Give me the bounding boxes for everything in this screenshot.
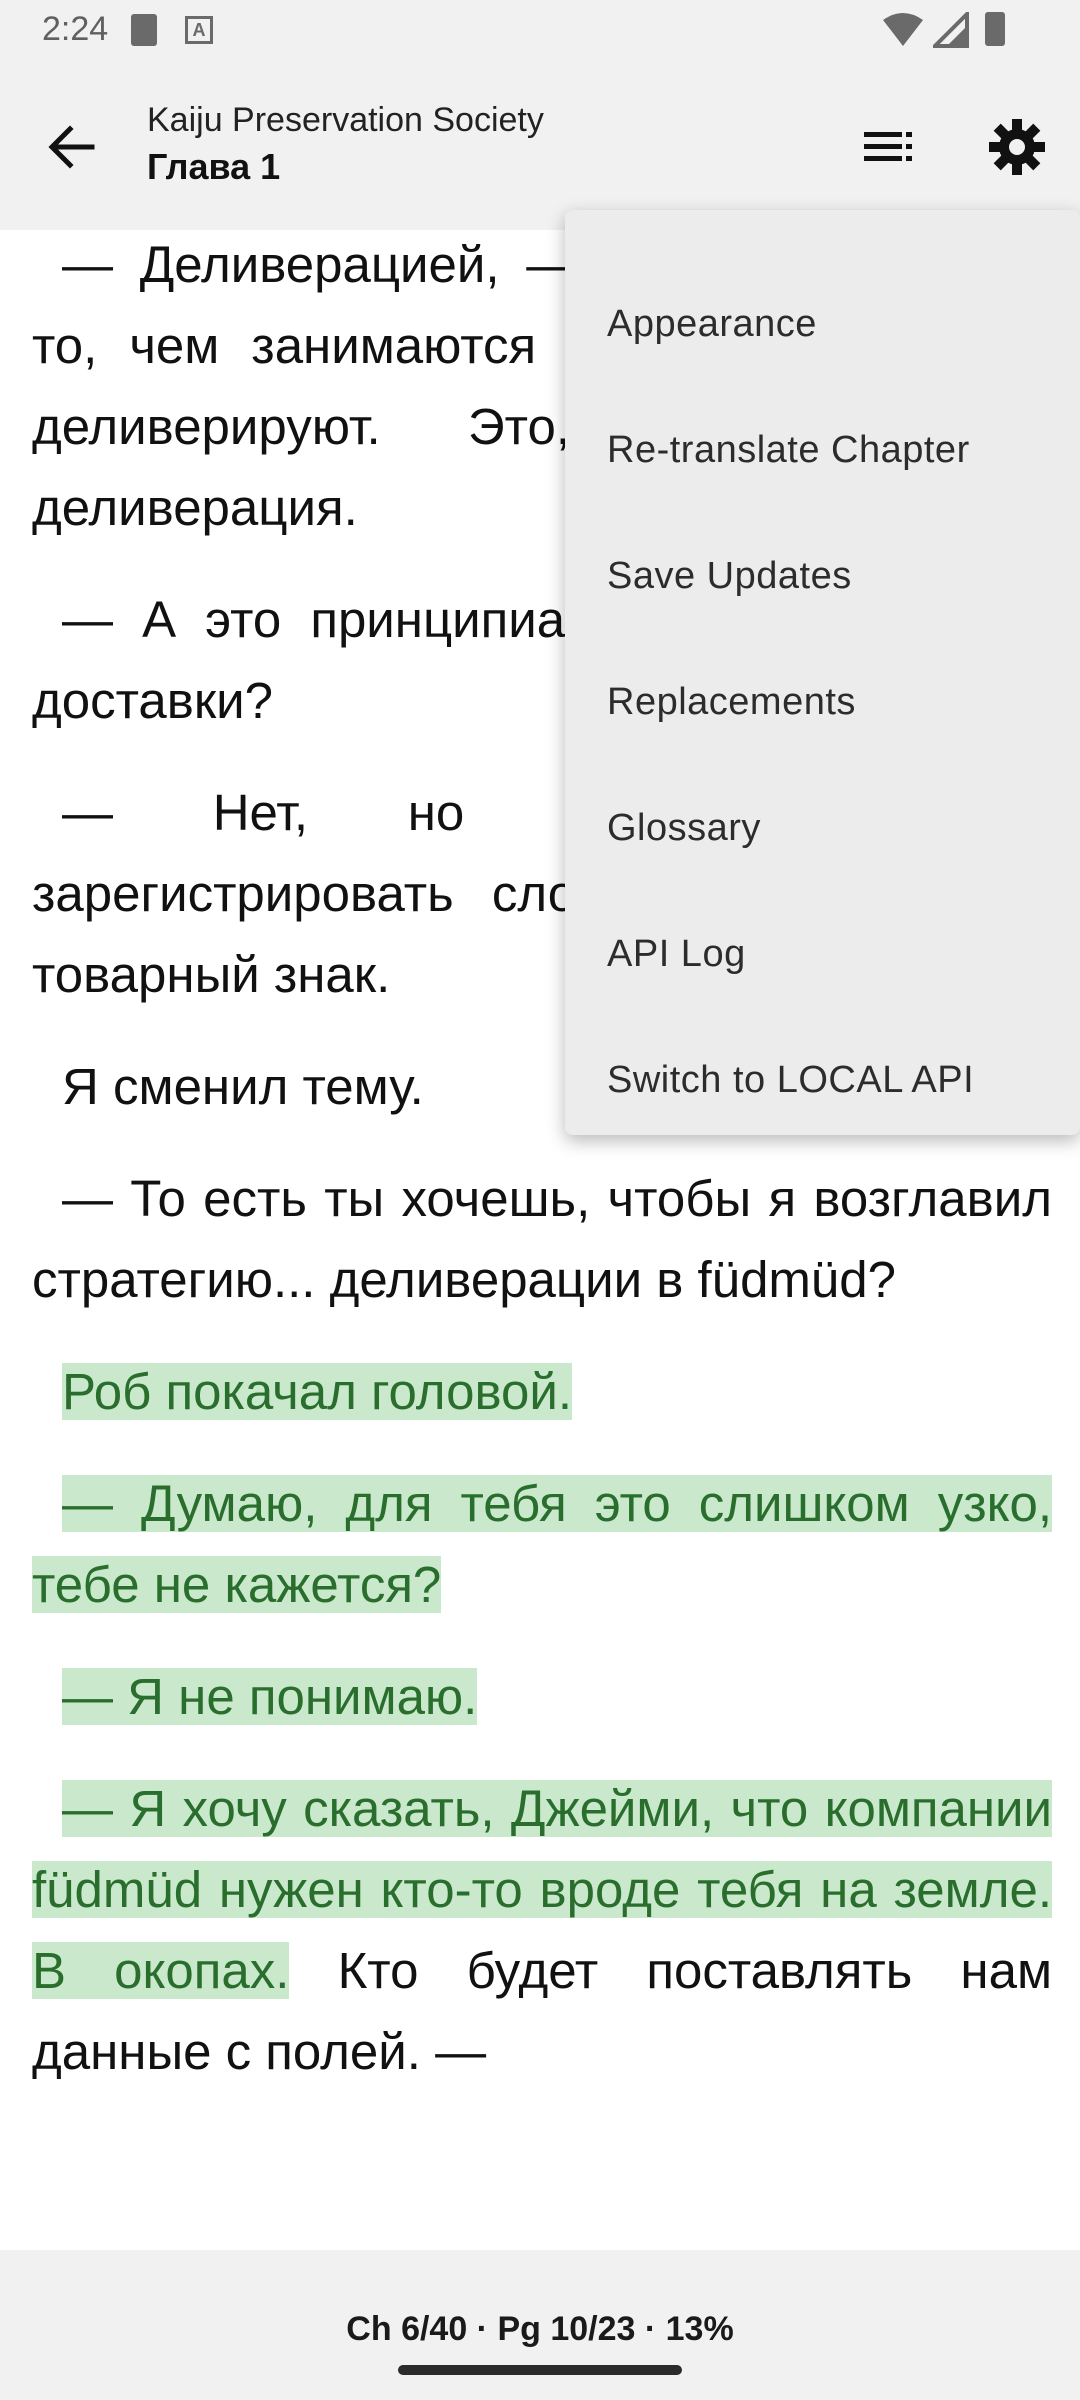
home-indicator[interactable] xyxy=(398,2365,682,2375)
menu-item-appearance[interactable]: Appearance xyxy=(607,294,1067,354)
menu-item-replacements[interactable]: Replacements xyxy=(607,672,1067,732)
highlighted-text-segment: — Я не понимаю. xyxy=(62,1668,478,1725)
paragraph-highlighted: — Я не понимаю. xyxy=(32,1656,1052,1737)
menu-item-save-updates[interactable]: Save Updates xyxy=(607,546,1067,606)
paragraph-highlighted: — Я хочу сказать, Джейми, что компании f… xyxy=(32,1768,1052,2092)
overflow-menu: Appearance Re-translate Chapter Save Upd… xyxy=(565,210,1080,1135)
menu-item-retranslate-chapter[interactable]: Re-translate Chapter xyxy=(607,420,1067,480)
menu-item-api-log[interactable]: API Log xyxy=(607,924,1067,984)
title-block: Kaiju Preservation Society Глава 1 xyxy=(147,98,544,192)
reading-progress: Ch 6/40 · Pg 10/23 · 13% xyxy=(346,2310,734,2348)
status-bar: 2:24 A xyxy=(0,0,1080,60)
chapter-list-icon xyxy=(864,132,912,161)
menu-item-switch-local-api[interactable]: Switch to LOCAL API xyxy=(607,1050,1067,1110)
back-button[interactable] xyxy=(40,115,104,179)
paragraph: — То есть ты хочешь, чтобы я возглавил с… xyxy=(32,1158,1052,1320)
chapter-list-button[interactable] xyxy=(860,122,920,172)
text-segment: — То есть ты хочешь, чтобы я возглавил с… xyxy=(32,1170,1052,1308)
bottom-bar: Ch 6/40 · Pg 10/23 · 13% xyxy=(0,2250,1080,2400)
menu-item-glossary[interactable]: Glossary xyxy=(607,798,1067,858)
highlighted-text-segment: — Думаю, для тебя это слишком узко, тебе… xyxy=(32,1475,1052,1613)
app-bar: Kaiju Preservation Society Глава 1 xyxy=(0,60,1080,230)
paragraph-highlighted: — Думаю, для тебя это слишком узко, тебе… xyxy=(32,1463,1052,1625)
chapter-title: Глава 1 xyxy=(147,146,281,187)
a-notification-icon: A xyxy=(185,16,213,44)
paragraph-highlighted: Роб покачал головой. xyxy=(32,1351,1052,1432)
sd-card-icon xyxy=(131,14,157,46)
settings-button[interactable] xyxy=(985,115,1049,179)
arrow-left-icon xyxy=(48,125,95,169)
signal-icon xyxy=(933,12,969,48)
wifi-icon xyxy=(883,13,923,46)
book-title: Kaiju Preservation Society xyxy=(147,101,544,139)
highlighted-text-segment: Роб покачал головой. xyxy=(62,1363,572,1420)
text-segment: Я сменил тему. xyxy=(62,1058,424,1115)
status-time: 2:24 xyxy=(42,10,109,48)
battery-icon xyxy=(985,12,1005,46)
gear-icon xyxy=(989,119,1045,175)
